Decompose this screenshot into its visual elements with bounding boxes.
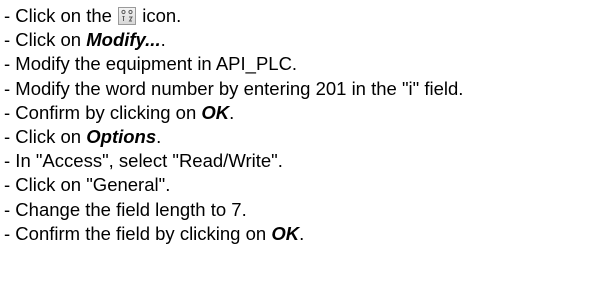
step-text: . bbox=[299, 222, 305, 244]
instruction-step-9: - Change the field length to 7. bbox=[4, 198, 463, 222]
instruction-step-6: - Click on Options. bbox=[4, 125, 463, 149]
instruction-step-5: - Confirm by clicking on OK. bbox=[4, 101, 463, 125]
step-text: icon. bbox=[137, 5, 182, 26]
step-text: - Click on the bbox=[4, 5, 118, 26]
instruction-step-1: - Click on the icon. bbox=[4, 4, 463, 28]
instruction-step-10: - Confirm the field by clicking on OK. bbox=[4, 222, 463, 246]
step-text: . bbox=[156, 125, 162, 147]
step-text: - In "Access", select "Read/Write". bbox=[4, 150, 283, 172]
step-emphasis: OK bbox=[271, 222, 300, 244]
step-emphasis: Options bbox=[86, 125, 157, 147]
step-emphasis: Modify... bbox=[86, 29, 161, 51]
instruction-step-2: - Click on Modify.... bbox=[4, 28, 463, 52]
step-text: - Modify the word number by entering 201… bbox=[4, 77, 464, 99]
instruction-step-7: - In "Access", select "Read/Write". bbox=[4, 149, 463, 173]
step-text: - Change the field length to 7. bbox=[4, 198, 247, 220]
step-text: . bbox=[229, 101, 235, 123]
instruction-step-4: - Modify the word number by entering 201… bbox=[4, 77, 463, 101]
step-text: - Confirm the field by clicking on bbox=[4, 222, 272, 244]
instruction-step-8: - Click on "General". bbox=[4, 173, 463, 197]
step-text: - Modify the equipment in API_PLC. bbox=[4, 53, 298, 75]
step-text: - Click on bbox=[4, 125, 87, 147]
variable-grid-icon bbox=[118, 7, 137, 25]
step-text: - Click on bbox=[4, 29, 87, 51]
instruction-step-3: - Modify the equipment in API_PLC. bbox=[4, 52, 463, 76]
instruction-list: - Click on the icon. - Click on Modify..… bbox=[4, 4, 463, 246]
step-text: - Confirm by clicking on bbox=[4, 101, 202, 123]
step-text: - Click on "General". bbox=[4, 174, 171, 196]
step-text: . bbox=[160, 29, 166, 51]
step-emphasis: OK bbox=[201, 101, 230, 123]
